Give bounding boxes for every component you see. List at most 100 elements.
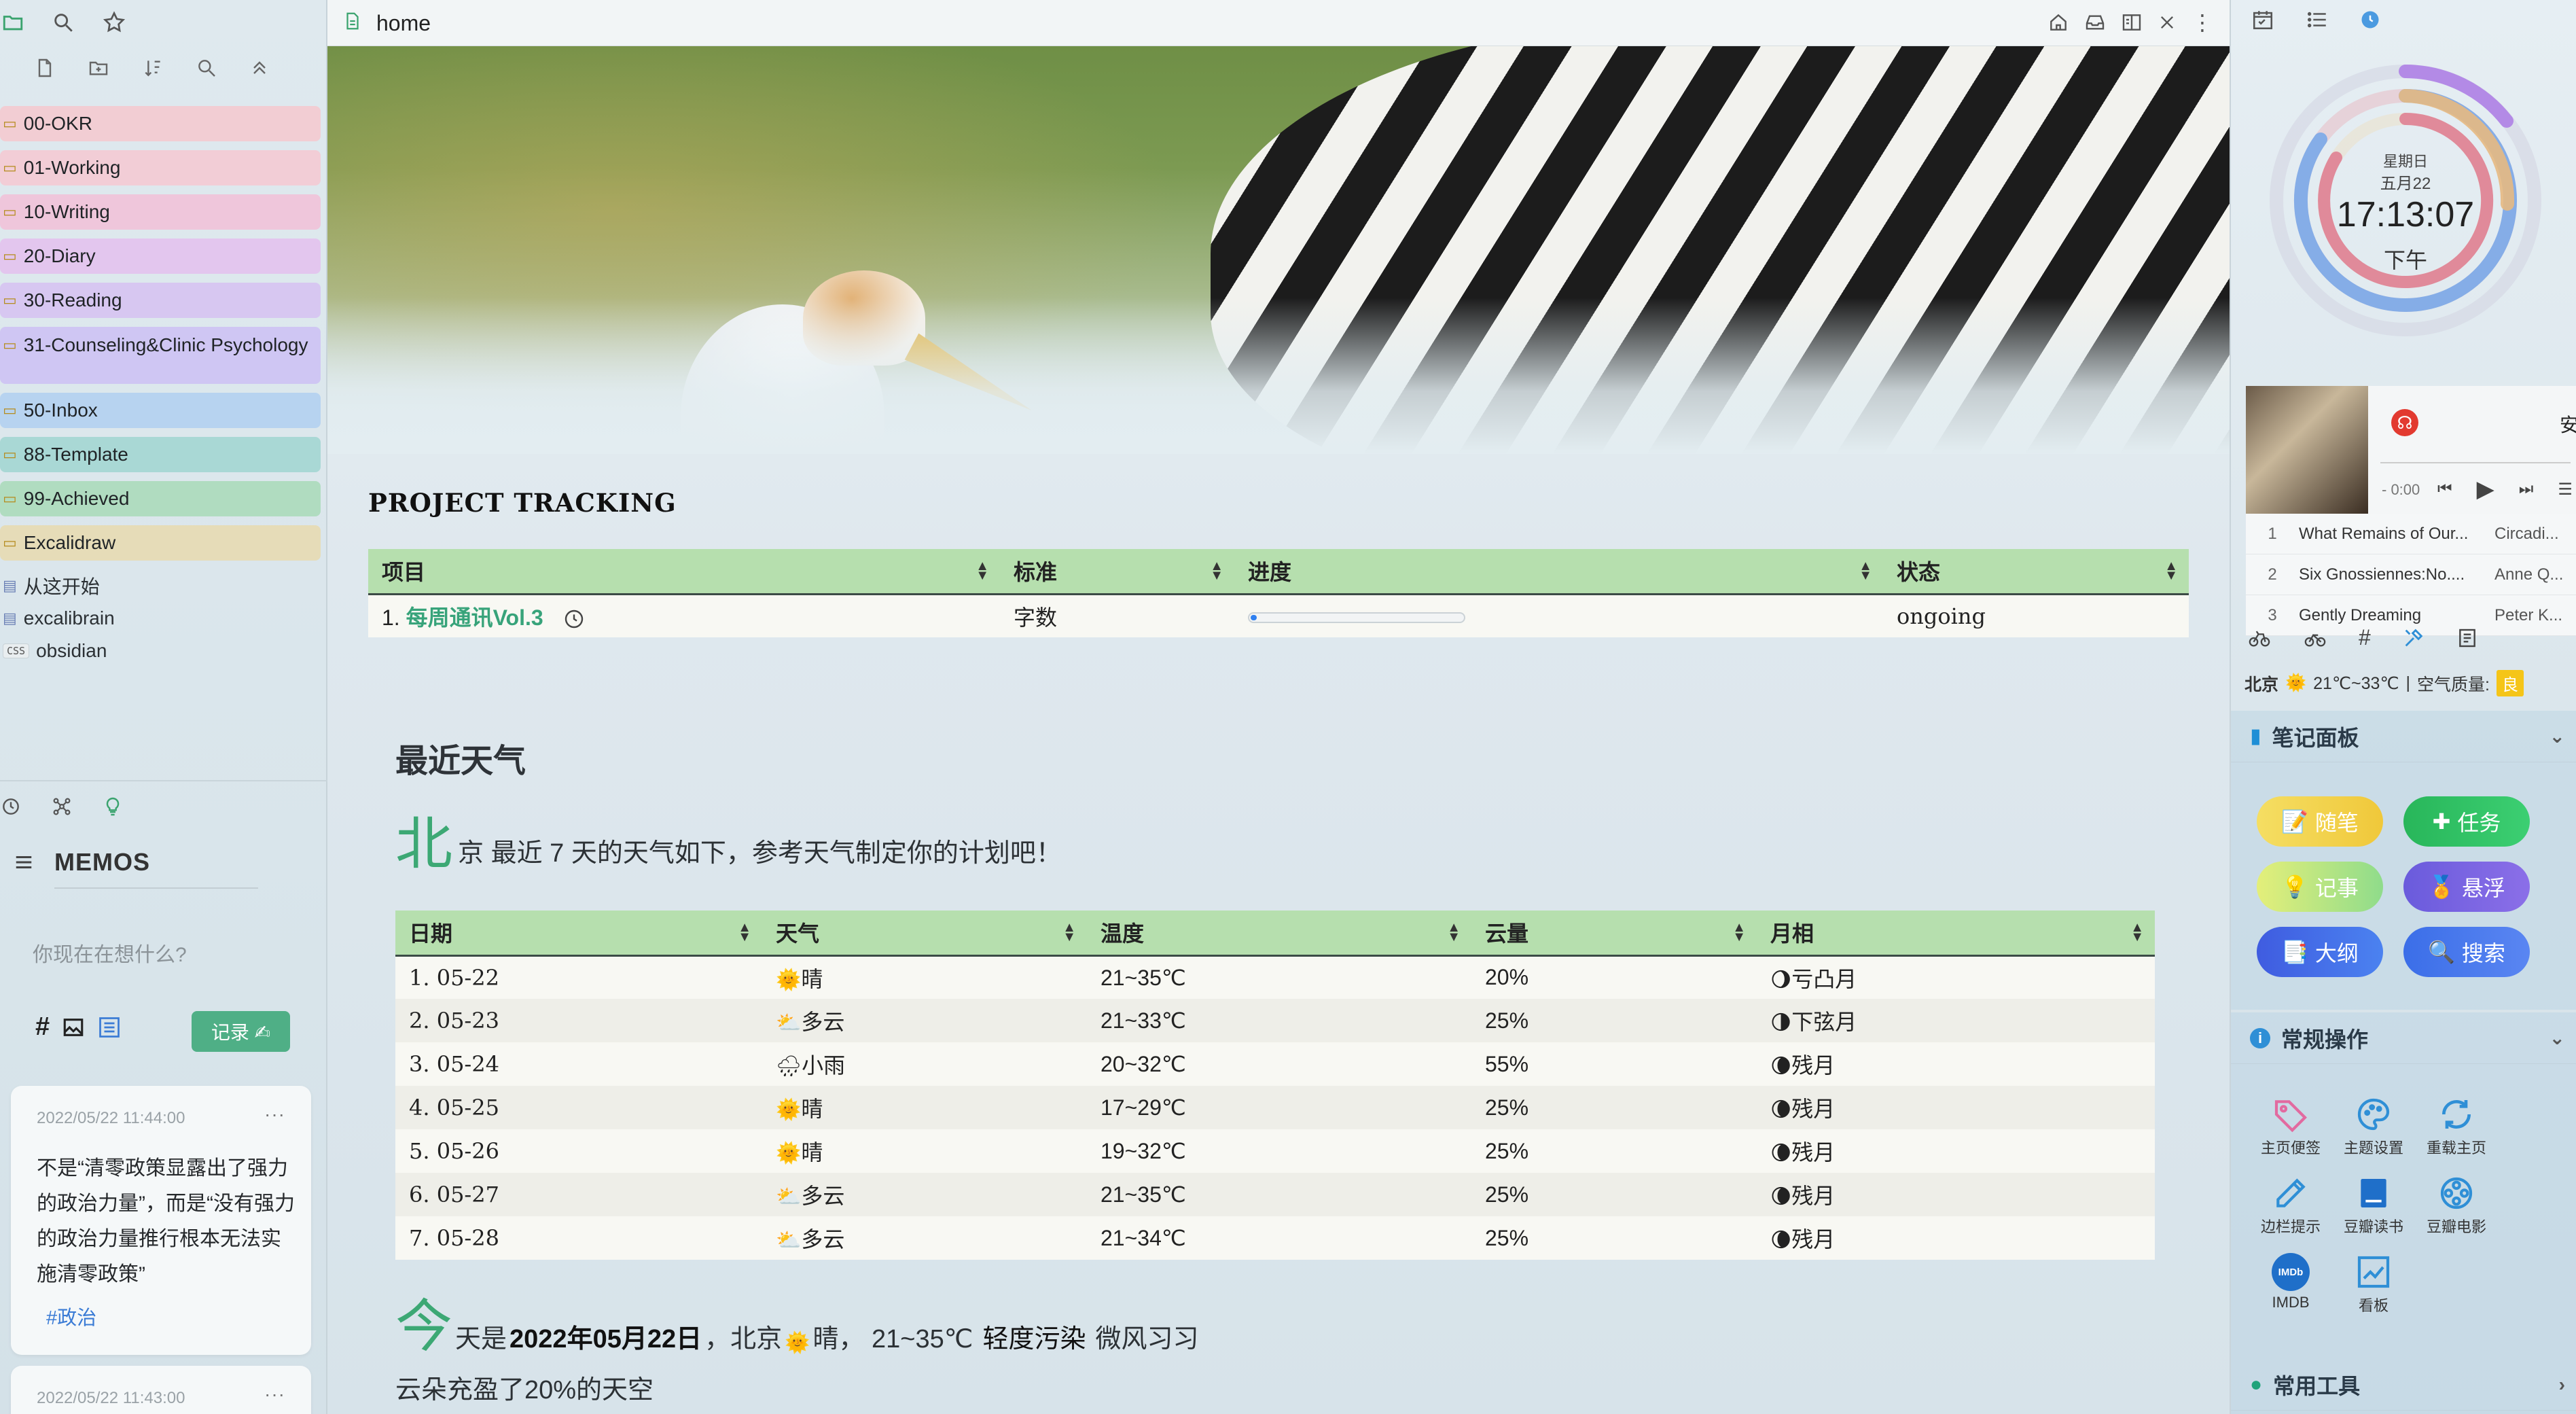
- theme-settings-op[interactable]: 主题设置: [2333, 1093, 2414, 1158]
- col-header-cloud[interactable]: 云量 ▲ ▼: [1471, 911, 1757, 957]
- today-prefix: 天是: [455, 1325, 507, 1354]
- imdb-op[interactable]: IMDb IMDB: [2250, 1250, 2331, 1311]
- folder-item[interactable]: ▭ 00-OKR: [0, 106, 321, 141]
- folder-label: 10-Writing: [23, 201, 110, 222]
- search-files-icon[interactable]: [196, 57, 217, 79]
- task-button[interactable]: ✚ 任务: [2403, 796, 2530, 847]
- memo-card[interactable]: 2022/05/22 11:44:00 ··· 不是“清零政策显露出了强力的政治…: [11, 1086, 311, 1355]
- file-item[interactable]: ▤ excalibrain: [0, 602, 321, 635]
- sort-icon[interactable]: [141, 57, 164, 79]
- note-panel-header[interactable]: ▮ 笔记面板 ⌄: [2231, 711, 2576, 762]
- douban-books-op[interactable]: 豆瓣读书: [2333, 1171, 2414, 1237]
- album-cover[interactable]: [2246, 386, 2368, 514]
- weather-table: 日期 ▲ ▼ 天气 ▲ ▼ 温度 ▲ ▼ 云量 ▲ ▼ 月相 ▲ ▼ 1. 05-22 🌞晴 21~35…: [395, 911, 2155, 1260]
- moon-cell: 🌖亏凸月: [1757, 955, 2155, 999]
- today-cloud: 云朵充盈了20%的天空: [395, 1376, 654, 1404]
- kanban-op[interactable]: 看板: [2333, 1250, 2414, 1315]
- col-header-project[interactable]: 项目 ▲ ▼: [368, 549, 1000, 595]
- track-item[interactable]: 2 Six Gnossiennes:No.... Anne Q...: [2246, 554, 2576, 595]
- graph-view-icon[interactable]: [50, 795, 73, 818]
- close-icon[interactable]: [2158, 13, 2177, 32]
- tools-panel-header[interactable]: ● 常用工具 ›: [2231, 1359, 2576, 1411]
- collapse-all-icon[interactable]: [249, 57, 270, 79]
- bike-icon[interactable]: [2247, 626, 2272, 650]
- previous-icon[interactable]: ⏮: [2437, 480, 2452, 499]
- memo-input[interactable]: 你现在在想什么?: [33, 938, 187, 968]
- home-sticky-op[interactable]: 主页便签: [2250, 1093, 2331, 1158]
- search-button[interactable]: 🔍 搜索: [2403, 927, 2530, 977]
- hamburger-menu-icon[interactable]: [14, 852, 34, 872]
- memo-card[interactable]: 2022/05/22 11:43:00 ···: [11, 1366, 311, 1414]
- settings-tools-icon[interactable]: [2402, 626, 2425, 650]
- folder-item[interactable]: ▭ 88-Template: [0, 437, 321, 472]
- temp-cell: 21~35℃: [1087, 1173, 1471, 1216]
- reload-home-op[interactable]: 重载主页: [2416, 1093, 2497, 1158]
- outline-button[interactable]: 📑 大纲: [2257, 927, 2383, 977]
- clock-widget: 星期日 五月22 17:13:07 下午: [2246, 41, 2565, 360]
- new-note-icon[interactable]: [34, 57, 56, 79]
- today-date: 2022年05月22日: [509, 1325, 702, 1354]
- float-button[interactable]: 🏅 悬浮: [2403, 862, 2530, 912]
- inbox-icon[interactable]: [2084, 12, 2106, 33]
- folder-item[interactable]: ▭ 01-Working: [0, 150, 321, 185]
- more-icon[interactable]: ···: [264, 1103, 285, 1125]
- folder-item[interactable]: ▭ 20-Diary: [0, 238, 321, 274]
- more-options-icon[interactable]: ⋮: [2192, 10, 2213, 35]
- file-explorer-icon[interactable]: [1, 11, 24, 34]
- folder-item[interactable]: ▭ Excalidraw: [0, 525, 321, 561]
- lightbulb-icon[interactable]: [102, 796, 124, 817]
- col-header-moon[interactable]: 月相 ▲ ▼: [1757, 911, 2155, 957]
- chevron-down-icon[interactable]: ⌄: [2550, 1027, 2565, 1049]
- calendar-icon[interactable]: [2251, 8, 2274, 31]
- more-icon[interactable]: ···: [264, 1383, 285, 1405]
- new-folder-icon[interactable]: [87, 57, 110, 79]
- folder-item[interactable]: ▭ 30-Reading: [0, 283, 321, 318]
- bike-alt-icon[interactable]: [2303, 626, 2327, 650]
- folder-item[interactable]: ▭ 31-Counseling&Clinic Psychology: [0, 327, 321, 384]
- memo-tag[interactable]: #政治: [46, 1302, 96, 1330]
- ops-panel-header[interactable]: i 常规操作 ⌄: [2231, 1012, 2576, 1064]
- col-header-temp[interactable]: 温度 ▲ ▼: [1087, 911, 1471, 957]
- chevron-down-icon[interactable]: ⌄: [2550, 725, 2565, 747]
- search-icon[interactable]: [52, 11, 75, 34]
- reading-mode-icon[interactable]: [2121, 12, 2143, 33]
- play-icon[interactable]: ▶: [2477, 476, 2494, 503]
- weather-cell: ⛅多云: [762, 1173, 1087, 1216]
- note-list-icon[interactable]: [2456, 627, 2478, 649]
- memo-button[interactable]: 💡 记事: [2257, 862, 2383, 912]
- col-header-progress[interactable]: 进度 ▲ ▼: [1234, 549, 1883, 595]
- next-icon[interactable]: ⏭: [2519, 480, 2534, 499]
- col-header-standard[interactable]: 标准 ▲ ▼: [1000, 549, 1234, 595]
- track-item[interactable]: 1 What Remains of Our... Circadi...: [2246, 514, 2576, 554]
- tab-title[interactable]: home: [376, 11, 431, 36]
- recent-files-icon[interactable]: [0, 796, 22, 817]
- folder-item[interactable]: ▭ 10-Writing: [0, 194, 321, 230]
- folder-item[interactable]: ▭ 99-Achieved: [0, 481, 321, 516]
- clock-date: 五月22: [2380, 175, 2431, 193]
- essay-button[interactable]: 📝 随笔: [2257, 796, 2383, 847]
- col-header-status[interactable]: 状态 ▲ ▼: [1883, 549, 2189, 595]
- col-header-date[interactable]: 日期 ▲ ▼: [395, 911, 762, 957]
- tag-icon: [2274, 1100, 2307, 1133]
- hashtag-icon[interactable]: #: [2359, 625, 2371, 650]
- folder-item[interactable]: ▭ 50-Inbox: [0, 393, 321, 428]
- hashtag-icon[interactable]: #: [35, 1012, 50, 1042]
- playlist-icon[interactable]: ☰: [2558, 480, 2573, 499]
- col-header-weather[interactable]: 天气 ▲ ▼: [762, 911, 1087, 957]
- player-progress[interactable]: [2380, 462, 2571, 463]
- sidebar-tips-op[interactable]: 边栏提示: [2250, 1171, 2331, 1237]
- image-icon[interactable]: [62, 1016, 85, 1039]
- chevron-right-icon[interactable]: ›: [2559, 1374, 2565, 1396]
- home-icon[interactable]: [2047, 12, 2069, 33]
- douban-movies-op[interactable]: 豆瓣电影: [2416, 1171, 2497, 1237]
- file-item[interactable]: CSS obsidian: [0, 635, 321, 667]
- project-link[interactable]: 每周通讯Vol.3: [406, 605, 543, 630]
- outline-icon[interactable]: [2306, 8, 2329, 31]
- file-label: excalibrain: [23, 607, 115, 629]
- clock-view-icon[interactable]: [2360, 10, 2380, 30]
- music-player: ☊ 安静 - 0:00 ⏮ ▶ ⏭ ☰: [2246, 386, 2576, 514]
- list-icon[interactable]: [97, 1015, 122, 1040]
- file-item[interactable]: ▤ 从这开始: [0, 569, 321, 602]
- record-button[interactable]: 记录 ✍: [192, 1011, 290, 1052]
- star-icon[interactable]: [102, 10, 126, 35]
